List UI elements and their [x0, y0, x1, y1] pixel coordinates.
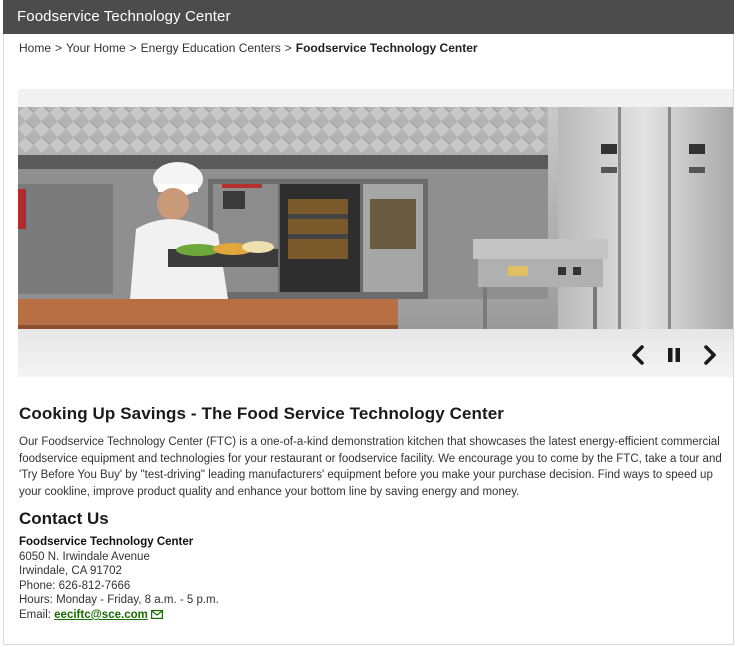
- main-content: Cooking Up Savings - The Food Service Te…: [19, 404, 725, 624]
- contact-email-link[interactable]: eeciftc@sce.com: [54, 609, 148, 621]
- contact-heading: Contact Us: [19, 509, 109, 528]
- breadcrumb-separator: >: [284, 41, 292, 55]
- contact-address-line1: 6050 N. Irwindale Avenue: [19, 550, 150, 563]
- breadcrumb-current: Foodservice Technology Center: [295, 41, 478, 55]
- carousel-pause-button[interactable]: [663, 343, 685, 367]
- contact-hours: Hours: Monday - Friday, 8 a.m. - 5 p.m.: [19, 594, 219, 607]
- breadcrumb-your-home[interactable]: Your Home: [66, 41, 126, 55]
- breadcrumb-home[interactable]: Home: [19, 41, 51, 55]
- breadcrumb-separator: >: [55, 41, 63, 55]
- chevron-left-icon: [632, 345, 644, 365]
- kitchen-photo: [18, 89, 733, 377]
- breadcrumb-energy-education-centers[interactable]: Energy Education Centers: [141, 41, 281, 55]
- contact-email-label: Email:: [19, 608, 55, 621]
- article-intro: Our Foodservice Technology Center (FTC) …: [19, 436, 722, 498]
- article-headline: Cooking Up Savings - The Food Service Te…: [19, 404, 505, 423]
- carousel-next-button[interactable]: [699, 343, 721, 367]
- carousel-prev-button[interactable]: [627, 343, 649, 367]
- image-carousel[interactable]: [18, 89, 733, 377]
- envelope-icon: [150, 609, 163, 624]
- pause-icon: [668, 348, 680, 362]
- page-title-bar: Foodservice Technology Center: [3, 0, 734, 34]
- contact-block: Foodservice Technology Center 6050 N. Ir…: [19, 535, 725, 624]
- breadcrumb: Home > Your Home > Energy Education Centers >…: [19, 41, 478, 55]
- breadcrumb-separator: >: [129, 41, 137, 55]
- carousel-controls: [627, 343, 721, 367]
- contact-org: Foodservice Technology Center: [19, 536, 194, 548]
- chevron-right-icon: [704, 345, 716, 365]
- page-title: Foodservice Technology Center: [17, 8, 231, 25]
- contact-phone: Phone: 626-812-7666: [19, 579, 131, 592]
- contact-address-line2: Irwindale, CA 91702: [19, 565, 122, 578]
- contact-email-row: Email: eeciftc@sce.com: [19, 608, 725, 624]
